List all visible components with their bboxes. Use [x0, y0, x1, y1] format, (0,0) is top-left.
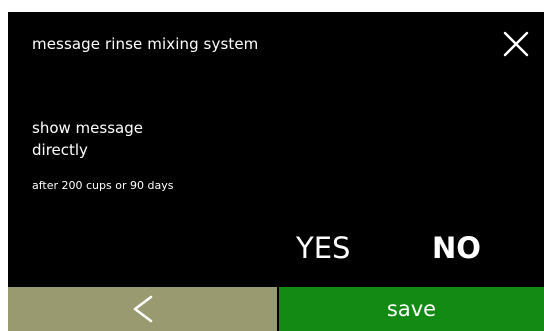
dialog-screen: message rinse mixing system show message… — [8, 12, 544, 331]
save-button[interactable]: save — [279, 287, 544, 331]
hint-label: after 200 cups or 90 days — [32, 179, 174, 192]
message-text: show message directly — [32, 119, 143, 159]
message-label: show message directly — [32, 117, 232, 161]
close-button[interactable] — [502, 30, 530, 58]
chevron-left-icon — [133, 295, 152, 323]
yes-option[interactable]: YES — [296, 228, 350, 268]
no-option[interactable]: NO — [432, 228, 481, 268]
page-title: message rinse mixing system — [32, 35, 259, 53]
save-label: save — [386, 297, 437, 321]
close-icon — [503, 31, 529, 57]
back-button[interactable] — [8, 287, 277, 331]
